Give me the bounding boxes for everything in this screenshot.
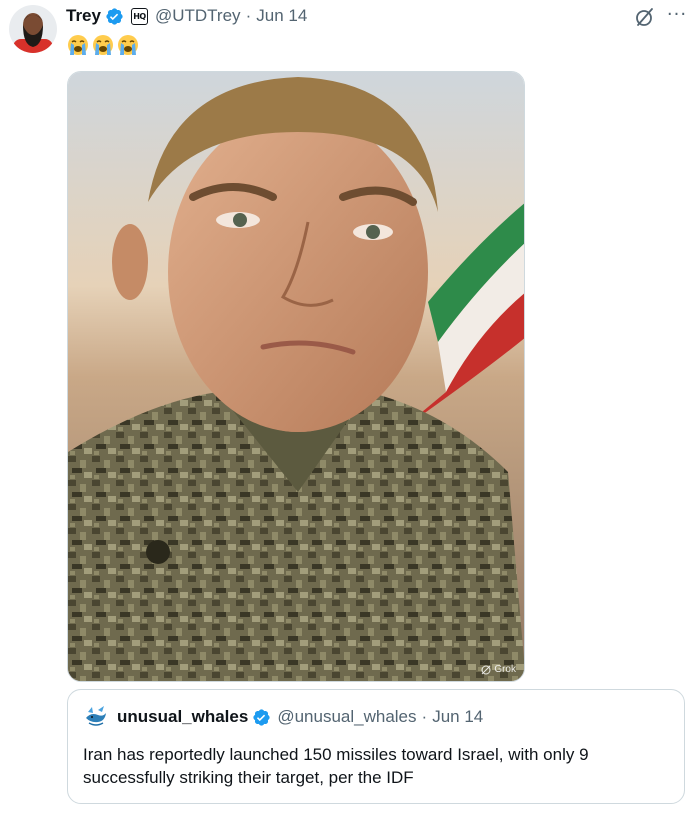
- more-options-icon[interactable]: ···: [664, 4, 690, 26]
- grok-watermark: Grok: [481, 664, 516, 675]
- quoted-tweet-text: Iran has reportedly launched 150 missile…: [83, 745, 589, 787]
- separator-dot: ·: [421, 707, 428, 726]
- verified-badge-icon: [106, 7, 123, 25]
- loudly-crying-face-emoji-icon: [118, 35, 138, 55]
- author-avatar[interactable]: [9, 5, 57, 53]
- quoted-author-name[interactable]: unusual_whales: [117, 707, 248, 727]
- grok-icon[interactable]: [632, 4, 658, 30]
- unusual-whales-avatar-icon[interactable]: [83, 704, 109, 730]
- grok-logo-icon: [481, 665, 491, 674]
- tweet-text: [66, 33, 140, 57]
- verified-badge-icon: [253, 708, 270, 726]
- quoted-tweet-date[interactable]: Jun 14: [432, 707, 483, 727]
- loudly-crying-face-emoji-icon: [68, 35, 88, 55]
- tweet-date[interactable]: Jun 14: [256, 6, 307, 26]
- quoted-author-handle[interactable]: @unusual_whales: [277, 707, 416, 727]
- watermark-label: Grok: [494, 664, 516, 675]
- tweet-header: Trey HQ @UTDTrey · Jun 14: [66, 5, 307, 27]
- quoted-tweet[interactable]: unusual_whales @unusual_whales · Jun 14 …: [67, 689, 685, 804]
- affiliate-badge-icon[interactable]: HQ: [130, 7, 148, 25]
- loudly-crying-face-emoji-icon: [93, 35, 113, 55]
- separator-dot: ·: [245, 6, 252, 25]
- author-name[interactable]: Trey: [66, 6, 101, 26]
- author-handle[interactable]: @UTDTrey: [155, 6, 241, 26]
- tweet-media-image[interactable]: Grok: [67, 71, 525, 682]
- quoted-tweet-header: unusual_whales @unusual_whales · Jun 14: [83, 704, 483, 730]
